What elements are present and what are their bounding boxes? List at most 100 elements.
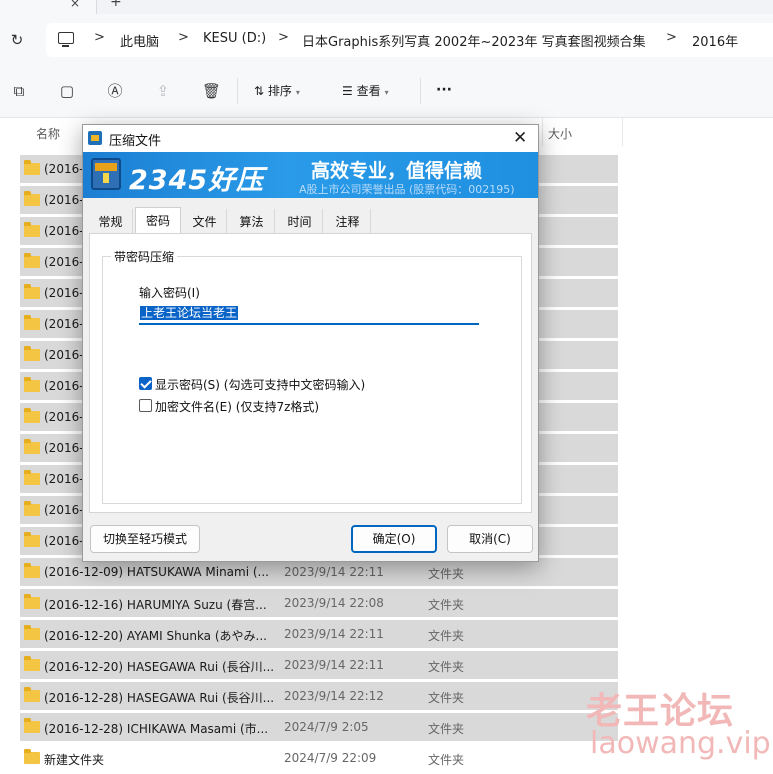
- paste-icon[interactable]: ▢: [58, 82, 76, 100]
- ok-button[interactable]: 确定(O): [351, 525, 437, 553]
- dialog-title: 压缩文件: [109, 134, 162, 149]
- folder-icon: [24, 687, 40, 702]
- breadcrumb-this-pc[interactable]: 此电脑: [120, 31, 159, 50]
- folder-icon: [24, 439, 40, 454]
- password-label: 输入密码(I): [139, 286, 200, 300]
- folder-icon: [24, 501, 40, 516]
- sort-icon: ⇅: [254, 84, 268, 98]
- folder-icon: [24, 160, 40, 175]
- file-row[interactable]: (2016-12-28) ICHIKAWA Masami (市... 2024/7…: [20, 713, 618, 741]
- tab-general[interactable]: 常规: [89, 209, 133, 233]
- folder-icon: [24, 408, 40, 423]
- file-date: 2024/7/9 2:05: [284, 720, 369, 734]
- refresh-icon[interactable]: ↻: [8, 31, 26, 49]
- view-menu-button[interactable]: ☰ 查看 ▾: [342, 82, 389, 99]
- computer-icon: [58, 32, 74, 47]
- file-row[interactable]: (2016-12-09) HATSUKAWA Minami (... 2023/9…: [20, 558, 618, 586]
- sort-label: 排序: [267, 84, 292, 98]
- chevron-down-icon: ▾: [295, 88, 300, 97]
- view-icon: ☰: [342, 84, 357, 98]
- file-name: (2016-12-20) AYAMI Shunka (あやみ...: [44, 629, 267, 643]
- folder-icon: [24, 563, 40, 578]
- encrypt-filenames-checkbox[interactable]: [139, 399, 152, 412]
- folder-icon: [24, 253, 40, 268]
- show-password-checkbox[interactable]: [139, 377, 152, 390]
- file-row[interactable]: (2016-12-20) HASEGAWA Rui (長谷川... 2023/9/…: [20, 651, 618, 679]
- group-title: 带密码压缩: [111, 248, 178, 265]
- folder-icon: [24, 749, 40, 764]
- folder-icon: [24, 594, 40, 609]
- file-name: (2016-12-28) HASEGAWA Rui (長谷川...: [44, 691, 274, 705]
- view-label: 查看: [356, 84, 381, 98]
- folder-icon: [24, 532, 40, 547]
- breadcrumb-separator: >: [94, 30, 105, 45]
- file-date: 2023/9/14 22:12: [284, 689, 384, 703]
- dialog-title-bar[interactable]: 压缩文件 ✕: [83, 125, 538, 152]
- file-date: 2024/7/9 22:09: [284, 751, 377, 765]
- command-bar: ⧉ ▢ Ⓐ ⇪ 🗑 ⇅ 排序 ▾ ☰ 查看 ▾ ···: [0, 66, 773, 118]
- tab-algorithm[interactable]: 算法: [229, 209, 275, 233]
- compress-dialog: 压缩文件 ✕ 2345好压 高效专业，值得信赖 A股上市公司荣誉出品 (股票代码…: [82, 124, 539, 562]
- archive-app-icon: [88, 131, 102, 145]
- column-divider[interactable]: [622, 118, 623, 146]
- file-type: 文件夹: [428, 660, 465, 674]
- file-type: 文件夹: [428, 722, 465, 736]
- folder-icon: [24, 470, 40, 485]
- show-password-label: 显示密码(S) (勾选可支持中文密码输入): [155, 378, 366, 392]
- tab-files[interactable]: 文件: [183, 209, 227, 233]
- column-header-size[interactable]: 大小: [548, 125, 572, 142]
- file-row[interactable]: 新建文件夹 2024/7/9 22:09 文件夹: [20, 744, 618, 772]
- folder-icon: [24, 284, 40, 299]
- password-group: 带密码压缩 输入密码(I) 上老王论坛当老王 显示密码(S) (勾选可支持中文密…: [102, 248, 522, 504]
- folder-icon: [24, 625, 40, 640]
- breadcrumb-separator: >: [278, 30, 289, 45]
- file-type: 文件夹: [428, 598, 465, 612]
- tab-password[interactable]: 密码: [135, 207, 181, 233]
- folder-icon: [24, 718, 40, 733]
- share-icon[interactable]: ⇪: [154, 82, 172, 100]
- encrypt-filenames-label: 加密文件名(E) (仅支持7z格式): [155, 400, 320, 414]
- light-mode-button[interactable]: 切换至轻巧模式: [90, 525, 200, 553]
- file-date: 2023/9/14 22:11: [284, 565, 384, 579]
- banner-slogan: 高效专业，值得信赖: [311, 160, 483, 182]
- cancel-button[interactable]: 取消(C): [447, 525, 533, 553]
- treasure-chest-icon: [91, 158, 121, 190]
- folder-icon: [24, 656, 40, 671]
- close-icon[interactable]: ✕: [513, 128, 527, 148]
- column-header-name[interactable]: 名称: [36, 125, 60, 142]
- delete-icon[interactable]: 🗑: [202, 82, 221, 100]
- current-tab[interactable]: ×: [0, 0, 97, 14]
- tab-close-icon[interactable]: ×: [70, 0, 80, 10]
- column-divider[interactable]: [542, 118, 543, 146]
- address-bar[interactable]: > 此电脑 > KESU (D:) > 日本Graphis系列写真 2002年~…: [46, 23, 773, 57]
- password-value: 上老王论坛当老王: [140, 306, 239, 320]
- more-options-button[interactable]: ···: [436, 82, 452, 98]
- tab-time[interactable]: 时间: [277, 209, 323, 233]
- tab-comment[interactable]: 注释: [325, 209, 371, 233]
- copy-icon[interactable]: ⧉: [10, 82, 28, 100]
- file-type: 文件夹: [428, 629, 465, 643]
- file-name: (2016-12-16) HARUMIYA Suzu (春宫...: [44, 598, 267, 612]
- rename-icon[interactable]: Ⓐ: [106, 82, 124, 100]
- file-date: 2023/9/14 22:08: [284, 596, 384, 610]
- breadcrumb-drive[interactable]: KESU (D:): [203, 31, 266, 46]
- folder-icon: [24, 346, 40, 361]
- folder-icon: [24, 191, 40, 206]
- new-tab-icon[interactable]: +: [110, 0, 122, 10]
- file-row[interactable]: (2016-12-28) HASEGAWA Rui (長谷川... 2023/9/…: [20, 682, 618, 710]
- chevron-down-icon: ▾: [384, 88, 389, 97]
- file-date: 2023/9/14 22:11: [284, 627, 384, 641]
- file-type: 文件夹: [428, 753, 465, 767]
- breadcrumb-separator: >: [666, 30, 677, 45]
- sort-menu-button[interactable]: ⇅ 排序 ▾: [254, 82, 300, 99]
- file-row[interactable]: (2016-12-16) HARUMIYA Suzu (春宫... 2023/9/…: [20, 589, 618, 617]
- breadcrumb-year[interactable]: 2016年: [692, 31, 738, 50]
- file-name: (2016-12-28) ICHIKAWA Masami (市...: [44, 722, 269, 736]
- banner-subtext: A股上市公司荣誉出品 (股票代码：002195): [299, 183, 515, 196]
- password-input[interactable]: 上老王论坛当老王: [139, 303, 479, 325]
- folder-icon: [24, 315, 40, 330]
- banner-logo: 2345好压: [129, 165, 265, 196]
- breadcrumb-folder[interactable]: 日本Graphis系列写真 2002年~2023年 写真套图视频合集: [302, 31, 646, 50]
- file-date: 2023/9/14 22:11: [284, 658, 384, 672]
- file-row[interactable]: (2016-12-20) AYAMI Shunka (あやみ... 2023/9/…: [20, 620, 618, 648]
